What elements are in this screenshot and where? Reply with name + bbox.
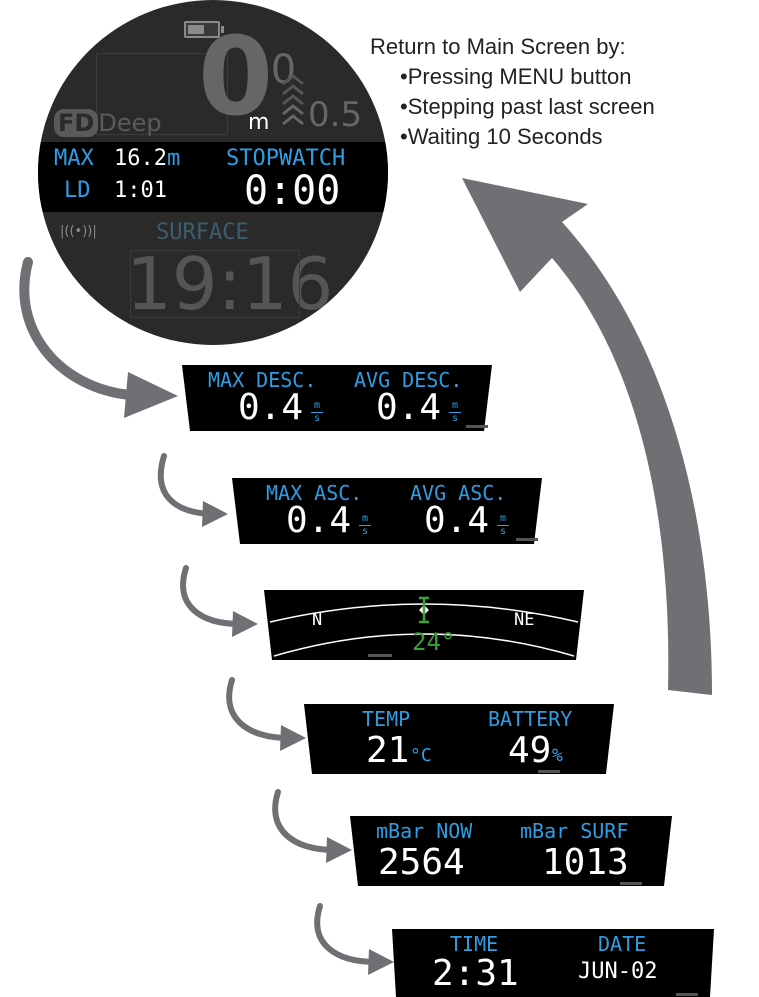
avg-ascent-unit: ms [497,514,509,537]
scroll-indicator [620,882,642,885]
avg-ascent-value: 0.4 [424,500,490,541]
temp-unit: °C [410,745,432,766]
date-value: JUN-02 [578,959,658,984]
compass-dir-north: N [312,610,323,630]
max-ascent-value: 0.4 [286,500,352,541]
mbar-now-label: mBar NOW [376,819,473,843]
temp-battery-screen: TEMP BATTERY 21 °C 49 % [304,704,614,774]
descent-screen: MAX DESC. AVG DESC. 0.4 ms 0.4 ms [182,365,492,431]
time-label: TIME [450,932,499,956]
temp-value: 21 [366,730,410,771]
pressure-screen: mBar NOW mBar SURF 2564 1013 [350,816,672,886]
scroll-indicator [538,770,560,773]
time-date-screen: TIME DATE 2:31 JUN-02 [392,929,714,997]
time-value: 2:31 [432,953,519,994]
max-descent-value: 0.4 [238,387,304,428]
scroll-indicator [516,538,538,541]
avg-descent-value: 0.4 [376,387,442,428]
mbar-now-value: 2564 [378,842,465,883]
battery-value: 49 [508,730,552,771]
mbar-surf-label: mBar SURF [520,819,629,843]
max-descent-unit: ms [311,401,323,424]
date-label: DATE [598,932,647,956]
scroll-indicator [466,425,488,428]
compass-screen: N NE 24° [264,590,584,660]
compass-heading: 24° [412,628,456,656]
compass-dir-northeast: NE [514,610,535,630]
temp-label: TEMP [362,707,411,731]
avg-descent-unit: ms [449,401,461,424]
battery-label: BATTERY [488,707,573,731]
mbar-surf-value: 1013 [542,842,629,883]
battery-unit: % [552,745,563,766]
scroll-indicator [676,993,698,996]
max-ascent-unit: ms [359,514,371,537]
ascent-screen: MAX ASC. AVG ASC. 0.4 ms 0.4 ms [232,478,542,544]
